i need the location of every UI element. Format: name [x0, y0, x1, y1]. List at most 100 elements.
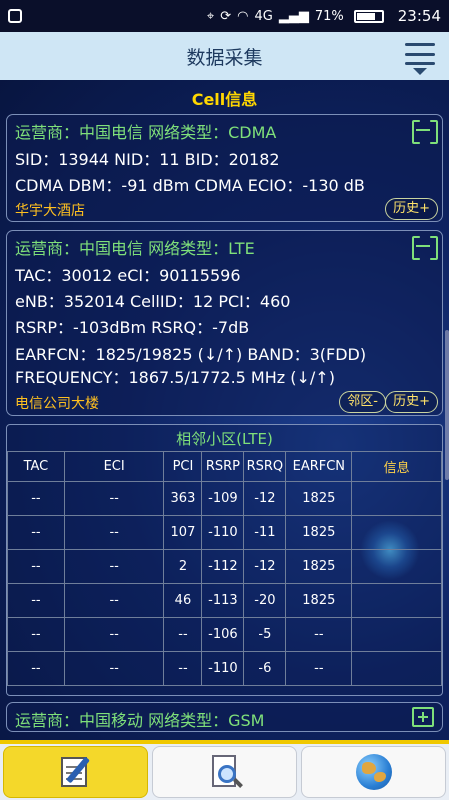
table-cell: -6: [243, 651, 287, 686]
notification-icon: [8, 9, 22, 23]
table-cell: --: [7, 617, 65, 652]
table-row[interactable]: -- -- 46 -113 -20 1825: [7, 583, 442, 618]
table-row[interactable]: -- -- 107 -110 -11 1825: [7, 515, 442, 550]
column-header: PCI: [163, 451, 203, 482]
table-cell: 1825: [285, 583, 353, 618]
history-button[interactable]: 历史+: [385, 391, 438, 413]
table-cell: -110: [201, 651, 245, 686]
table-cell: --: [7, 515, 65, 550]
wifi-icon: ◠: [237, 8, 249, 24]
table-cell: 1825: [285, 515, 353, 550]
status-icons: ⌖ ⟳ ◠ 4G ▂▄▆ 71% 23:54: [207, 7, 441, 25]
table-cell: -110: [201, 515, 245, 550]
main-content[interactable]: Cell信息 运营商：中国电信 网络类型：CDMA SID：13944 NID：…: [0, 80, 449, 744]
neighbor-toggle-button[interactable]: 邻区-: [339, 391, 386, 413]
menu-button[interactable]: [401, 41, 435, 75]
table-row[interactable]: -- -- 363 -109 -12 1825: [7, 481, 442, 516]
table-cell: -5: [243, 617, 287, 652]
scan-icon[interactable]: [412, 120, 434, 140]
globe-icon: [355, 754, 392, 790]
lte-tac-line: TAC：30012 eCI：90115596: [15, 266, 241, 285]
clock: 23:54: [397, 7, 441, 25]
column-header: EARFCN: [285, 451, 353, 482]
menu-line: [405, 52, 435, 56]
bottom-navigation: [0, 740, 449, 800]
table-row[interactable]: -- -- -- -106 -5 --: [7, 617, 442, 652]
table-cell: --: [7, 651, 65, 686]
cdma-location: 华宇大酒店: [15, 203, 85, 219]
table-cell: 1825: [285, 481, 353, 516]
table-cell: --: [7, 481, 65, 516]
history-button[interactable]: 历史+: [385, 198, 438, 220]
network-type: 4G: [254, 8, 273, 24]
cdma-operator-line: 运营商：中国电信 网络类型：CDMA: [15, 123, 277, 142]
table-cell: [351, 481, 442, 516]
battery-level: 71%: [314, 8, 344, 24]
table-cell: 107: [163, 515, 203, 550]
table-cell: --: [63, 583, 165, 618]
status-bar: ⌖ ⟳ ◠ 4G ▂▄▆ 71% 23:54: [0, 0, 449, 32]
neighbor-table-title: 相邻小区(LTE): [176, 430, 273, 448]
table-cell: -109: [201, 481, 245, 516]
rotation-icon: ⟳: [220, 8, 232, 24]
table-cell: --: [63, 549, 165, 584]
document-search-icon: [206, 753, 244, 791]
table-cell: 46: [163, 583, 203, 618]
gsm-operator-line: 运营商：中国移动 网络类型：GSM: [15, 711, 265, 730]
cdma-signal-line: CDMA DBM：-91 dBm CDMA ECIO：-130 dB: [15, 176, 365, 195]
menu-line: [405, 43, 435, 46]
table-cell: --: [285, 651, 353, 686]
neighbor-cell-table: 相邻小区(LTE) TAC ECI PCI RSRP RSRQ EARFCN 信…: [6, 424, 443, 696]
table-cell: 2: [163, 549, 203, 584]
lte-location: 电信公司大楼: [15, 396, 99, 412]
column-header: RSRP: [201, 451, 245, 482]
gsm-cell-card: 运营商：中国移动 网络类型：GSM: [6, 702, 443, 732]
column-header: RSRQ: [243, 451, 287, 482]
lte-earfcn-line: EARFCN：1825/19825 (↓/↑) BAND：3(FDD): [15, 345, 367, 364]
table-cell: --: [7, 583, 65, 618]
table-cell: --: [285, 617, 353, 652]
table-cell: [351, 617, 442, 652]
table-cell: --: [63, 515, 165, 550]
lte-enb-line: eNB：352014 CellID：12 PCI：460: [15, 292, 291, 311]
neighbor-table: TAC ECI PCI RSRP RSRQ EARFCN 信息 -- -- 36…: [7, 451, 442, 686]
section-title: Cell信息: [191, 90, 258, 109]
table-cell: --: [163, 617, 203, 652]
table-cell: [351, 651, 442, 686]
battery-icon: [353, 9, 384, 23]
table-cell: -20: [243, 583, 287, 618]
table-cell: --: [7, 549, 65, 584]
table-cell: -11: [243, 515, 287, 550]
notepad-pen-icon: [57, 753, 95, 791]
expand-icon[interactable]: [412, 707, 434, 727]
table-cell: --: [63, 651, 165, 686]
menu-line: [405, 62, 435, 65]
lte-cell-card: 运营商：中国电信 网络类型：LTE TAC：30012 eCI：90115596…: [6, 230, 443, 416]
location-icon: ⌖: [206, 8, 215, 24]
app-header: 数据采集: [0, 32, 449, 80]
table-row[interactable]: -- -- 2 -112 -12 1825: [7, 549, 442, 584]
tab-data-collection[interactable]: [3, 746, 148, 798]
table-header-row: TAC ECI PCI RSRP RSRQ EARFCN 信息: [7, 451, 442, 482]
lte-rsrp-line: RSRP：-103dBm RSRQ：-7dB: [15, 318, 250, 337]
table-cell: -12: [243, 549, 287, 584]
cdma-cell-card: 运营商：中国电信 网络类型：CDMA SID：13944 NID：11 BID：…: [6, 114, 443, 222]
tab-query[interactable]: [152, 746, 297, 798]
lte-operator-line: 运营商：中国电信 网络类型：LTE: [15, 239, 255, 258]
lte-frequency-line: FREQUENCY：1867.5/1772.5 MHz (↓/↑): [15, 368, 335, 387]
table-cell: 1825: [285, 549, 353, 584]
scan-icon[interactable]: [412, 236, 434, 256]
page-title: 数据采集: [186, 46, 263, 69]
table-cell: [351, 583, 442, 618]
table-row[interactable]: -- -- -- -110 -6 --: [7, 651, 442, 686]
table-cell: --: [163, 651, 203, 686]
table-cell: 363: [163, 481, 203, 516]
column-header: TAC: [7, 451, 65, 482]
table-cell: -106: [201, 617, 245, 652]
table-cell: -12: [243, 481, 287, 516]
tab-map[interactable]: [301, 746, 446, 798]
table-cell: --: [63, 481, 165, 516]
scrollbar[interactable]: [445, 330, 449, 480]
cdma-ids-line: SID：13944 NID：11 BID：20182: [15, 150, 280, 169]
signal-icon: ▂▄▆: [278, 8, 309, 24]
